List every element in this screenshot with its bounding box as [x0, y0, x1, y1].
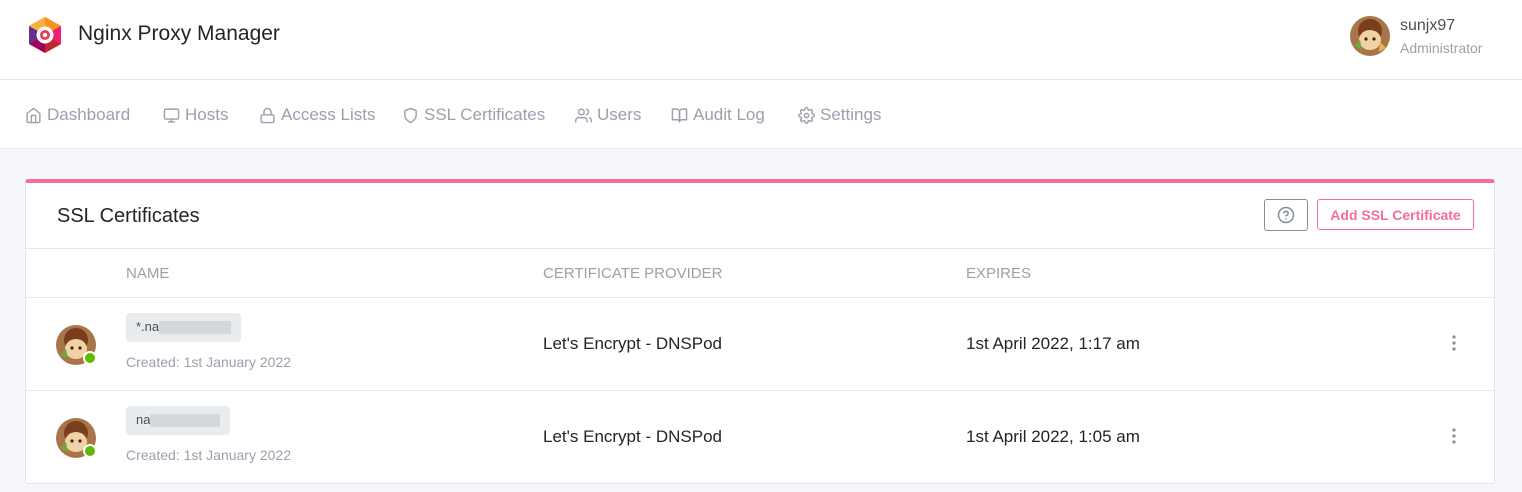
app-title[interactable]: Nginx Proxy Manager	[78, 22, 280, 46]
add-ssl-certificate-button[interactable]: Add SSL Certificate	[1317, 199, 1474, 230]
status-online-dot	[83, 444, 97, 458]
row-actions-menu[interactable]	[1444, 426, 1464, 446]
monitor-icon	[163, 107, 180, 123]
created-date: Created: 1st January 2022	[126, 354, 291, 370]
user-menu[interactable]: sunjx97 Administrator	[1350, 14, 1495, 58]
table-row: *.na Created: 1st January 2022 Let's Enc…	[26, 298, 1494, 391]
redacted-text	[150, 414, 221, 428]
users-icon	[575, 107, 592, 123]
lock-icon	[260, 107, 275, 123]
column-header-provider: Certificate Provider	[543, 265, 723, 282]
more-vertical-icon	[1452, 335, 1456, 351]
created-date: Created: 1st January 2022	[126, 447, 291, 463]
expires-date: 1st April 2022, 1:05 am	[966, 427, 1140, 446]
nav-item-users[interactable]: Users	[575, 103, 641, 127]
column-header-name: Name	[126, 265, 170, 282]
page-title: SSL Certificates	[57, 205, 200, 227]
domain-name: *.na	[136, 319, 160, 334]
top-header: Nginx Proxy Manager sunjx97 Administrato…	[0, 0, 1522, 80]
redacted-text	[159, 321, 232, 335]
nav-item-dashboard[interactable]: Dashboard	[25, 103, 130, 127]
card-header: SSL Certificates Add SSL Certificate	[26, 183, 1494, 249]
more-vertical-icon	[1452, 428, 1456, 444]
nav-item-settings[interactable]: Settings	[798, 103, 881, 127]
certificate-provider: Let's Encrypt - DNSPod	[543, 427, 722, 446]
nav-item-access-lists[interactable]: Access Lists	[259, 103, 375, 127]
table-row: na Created: 1st January 2022 Let's Encry…	[26, 391, 1494, 484]
nav-label-hosts: Hosts	[185, 105, 229, 124]
help-button[interactable]	[1264, 199, 1308, 231]
domain-tag[interactable]: *.na	[126, 313, 242, 342]
domain-tag[interactable]: na	[126, 406, 231, 435]
user-avatar[interactable]	[1350, 16, 1390, 56]
gear-icon	[798, 106, 815, 124]
row-actions-menu[interactable]	[1444, 333, 1464, 353]
table-header: Name Certificate Provider Expires	[26, 249, 1494, 298]
ssl-certificates-card: SSL Certificates Add SSL Certificate Nam…	[25, 179, 1495, 484]
nav-item-audit-log[interactable]: Audit Log	[671, 103, 765, 127]
nav-label-users: Users	[597, 105, 642, 124]
help-circle-icon	[1277, 206, 1295, 224]
app-logo-icon[interactable]	[25, 15, 65, 55]
status-online-dot	[83, 351, 97, 365]
nav-item-ssl-certificates[interactable]: SSL Certificates	[402, 103, 545, 127]
certificate-provider: Let's Encrypt - DNSPod	[543, 334, 722, 353]
user-name: sunjx97	[1400, 17, 1456, 34]
book-open-icon	[671, 107, 688, 123]
domain-name: na	[136, 412, 151, 427]
nav-item-hosts[interactable]: Hosts	[163, 103, 228, 127]
nav-label-audit-log: Audit Log	[693, 105, 765, 124]
nav-label-ssl-certificates: SSL Certificates	[424, 105, 546, 124]
expires-date: 1st April 2022, 1:17 am	[966, 334, 1140, 353]
nav-label-dashboard: Dashboard	[47, 105, 131, 124]
nav-label-settings: Settings	[820, 105, 882, 124]
home-icon	[26, 107, 41, 123]
shield-icon	[404, 107, 417, 123]
main-nav: Dashboard Hosts Access Lists SSL Certifi…	[0, 80, 1522, 149]
user-role: Administrator	[1400, 40, 1483, 56]
column-header-expires: Expires	[966, 265, 1032, 282]
nav-label-access-lists: Access Lists	[281, 105, 376, 124]
